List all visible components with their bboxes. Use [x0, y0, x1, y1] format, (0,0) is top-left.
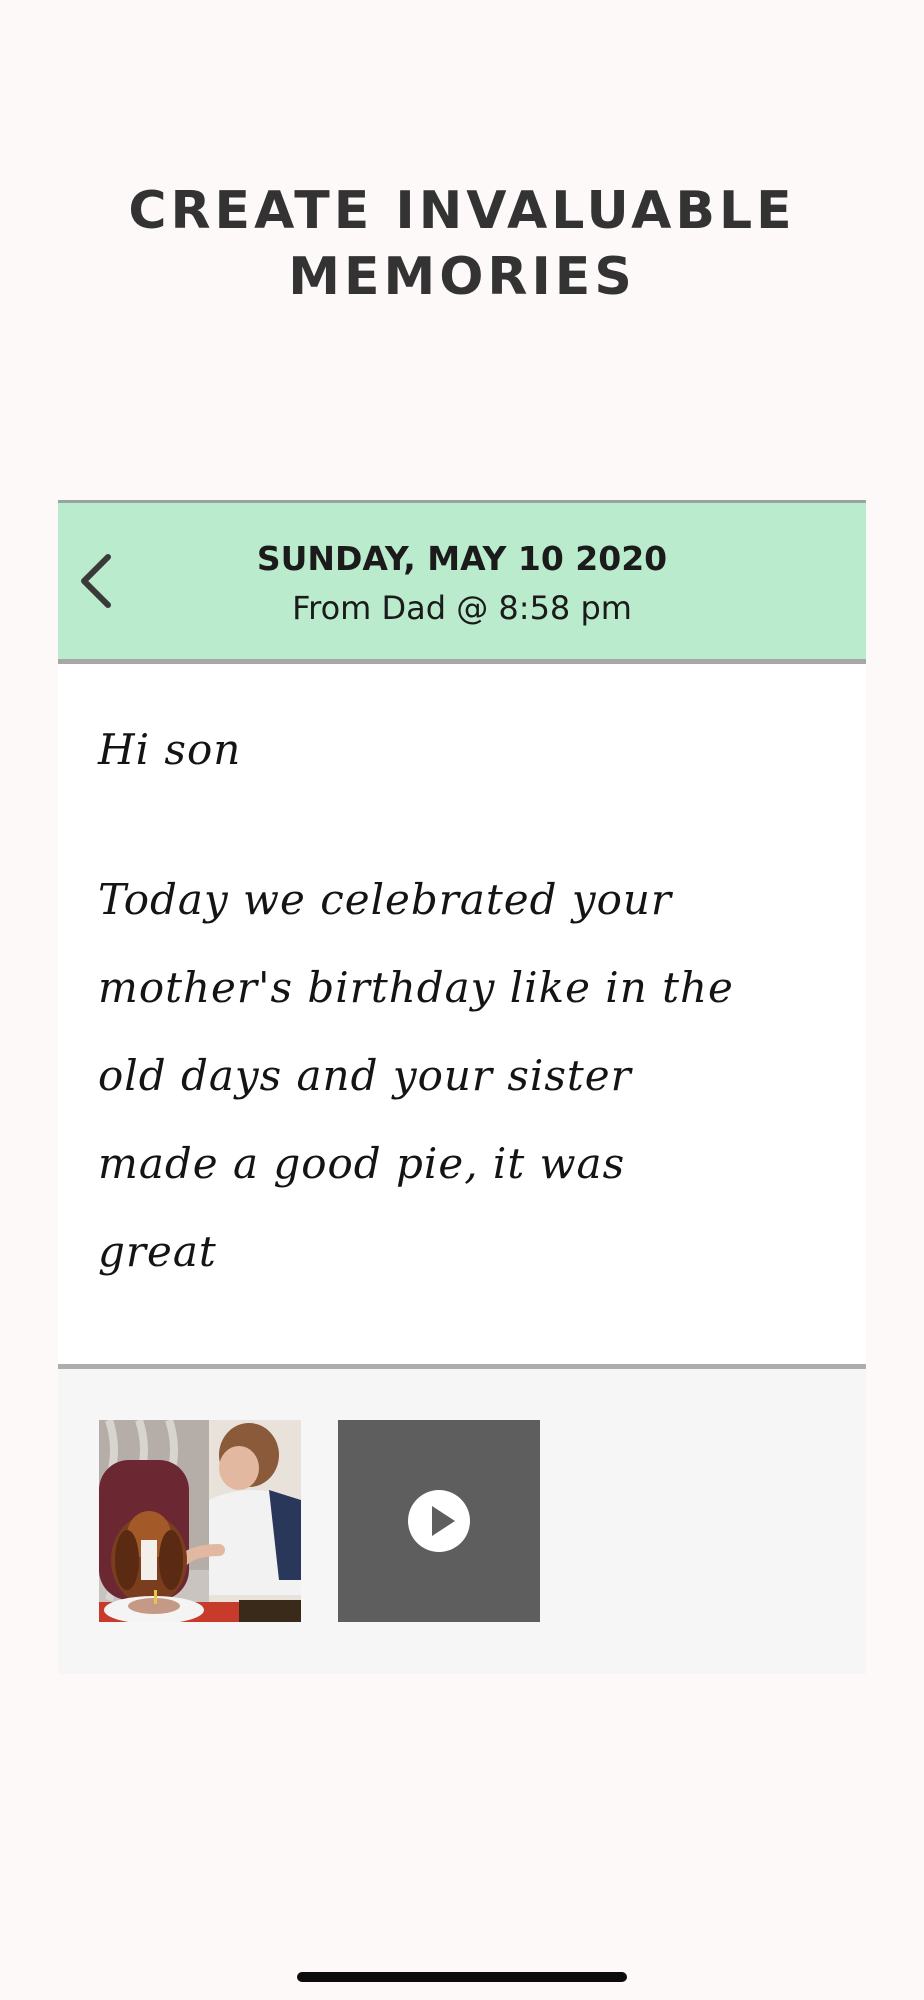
- attachments-area: [58, 1369, 866, 1674]
- play-icon: [408, 1490, 470, 1552]
- video-thumbnail[interactable]: [338, 1420, 540, 1622]
- message-line: made a good pie, it was: [98, 1139, 626, 1188]
- memory-sender-time: From Dad @ 8:58 pm: [292, 589, 632, 627]
- headline: CREATE INVALUABLE MEMORIES: [0, 178, 924, 310]
- message-line: great: [98, 1227, 217, 1276]
- photo-thumbnail-image: [99, 1420, 301, 1622]
- memory-message: Hi son Today we celebrated your mother's…: [98, 706, 838, 1296]
- headline-line-2: MEMORIES: [288, 247, 636, 307]
- memory-card: SUNDAY, MAY 10 2020 From Dad @ 8:58 pm H…: [58, 500, 866, 1674]
- memory-date: SUNDAY, MAY 10 2020: [256, 539, 668, 578]
- headline-line-1: CREATE INVALUABLE: [128, 181, 796, 241]
- message-line: old days and your sister: [98, 1051, 632, 1100]
- photo-thumbnail[interactable]: [99, 1420, 301, 1622]
- home-indicator[interactable]: [297, 1972, 627, 1982]
- message-line: Today we celebrated your: [98, 875, 672, 924]
- card-header: SUNDAY, MAY 10 2020 From Dad @ 8:58 pm: [58, 500, 866, 664]
- message-greeting: Hi son: [98, 725, 242, 774]
- message-line: mother's birthday like in the: [98, 963, 734, 1012]
